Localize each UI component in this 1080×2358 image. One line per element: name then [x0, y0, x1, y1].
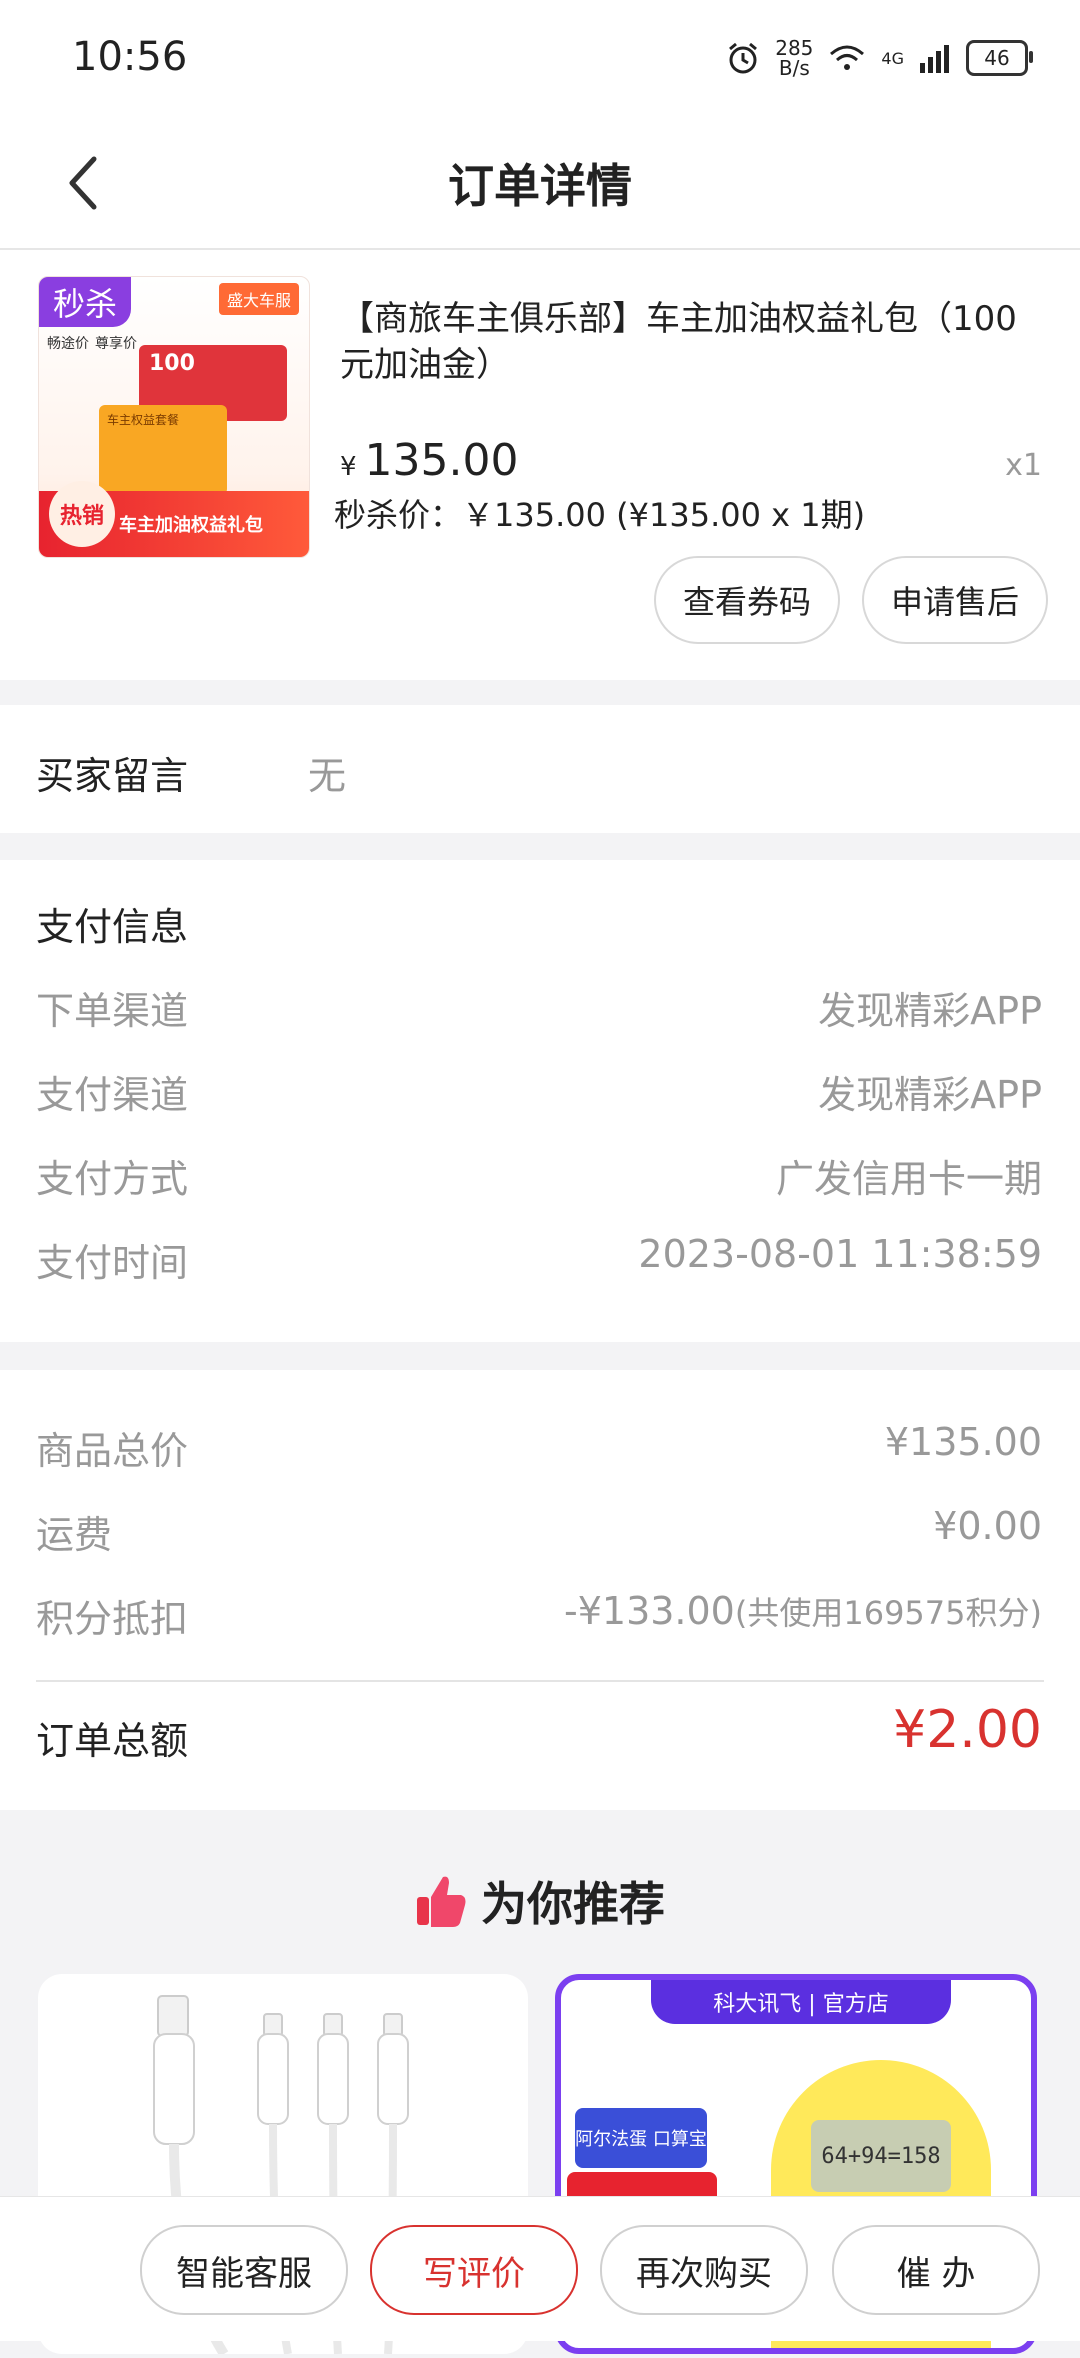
product-price: ¥135.00 — [340, 435, 519, 486]
page-title: 订单详情 — [448, 159, 632, 213]
payment-info-title: 支付信息 — [36, 905, 189, 949]
promo-tag: 阿尔法蛋 口算宝 — [575, 2108, 707, 2168]
signal-icon — [920, 45, 949, 73]
brand-tag: 盛大车服 — [218, 283, 299, 315]
points-deduction-note: (共使用169575积分) — [734, 1594, 1042, 1632]
points-deduction-value: -¥133.00(共使用169575积分) — [564, 1588, 1042, 1634]
customer-service-button[interactable]: 智能客服 — [140, 2225, 348, 2315]
thumbs-up-icon — [417, 1876, 466, 1927]
product-quantity: x1 — [1005, 448, 1042, 483]
currency-symbol: ¥ — [340, 452, 357, 482]
hot-badge: 热销 — [49, 481, 115, 547]
points-deduction-label: 积分抵扣 — [36, 1597, 189, 1641]
channel-label: 畅途价 — [47, 336, 89, 352]
write-review-button[interactable]: 写评价 — [370, 2225, 578, 2315]
buyer-message-section: 买家留言 无 — [0, 705, 1080, 833]
order-total-value: ¥2.00 — [893, 1700, 1042, 1760]
status-bar: 10:56 285 B/s 4G 46 — [0, 0, 1080, 118]
wifi-icon — [830, 45, 865, 70]
order-totals-section: 商品总价 ¥135.00 运费 ¥0.00 积分抵扣 -¥133.00(共使用1… — [0, 1370, 1080, 1810]
shop-banner: 科大讯飞 | 官方店 — [651, 1980, 951, 2024]
pay-time-value: 2023-08-01 11:38:59 — [638, 1232, 1042, 1276]
shipping-value: ¥0.00 — [933, 1504, 1042, 1548]
device-screen: 64+94=158 — [811, 2120, 951, 2192]
points-deduction-amount: -¥133.00 — [564, 1589, 735, 1633]
gift-card-amount: 100 — [149, 351, 195, 376]
pay-method-label: 支付方式 — [36, 1157, 189, 1201]
order-channel-label: 下单渠道 — [36, 989, 189, 1033]
header: 订单详情 — [0, 118, 1080, 250]
order-channel-value: 发现精彩APP — [818, 989, 1042, 1033]
alarm-icon — [729, 42, 758, 74]
order-total-label: 订单总额 — [36, 1719, 189, 1763]
battery-icon: 46 — [966, 40, 1033, 76]
pay-method-value: 广发信用卡一期 — [775, 1157, 1042, 1201]
seckill-tag: 秒杀 — [39, 277, 132, 327]
buy-again-button[interactable]: 再次购买 — [600, 2225, 808, 2315]
payment-info-section: 支付信息 下单渠道 发现精彩APP 支付渠道 发现精彩APP 支付方式 广发信用… — [0, 860, 1080, 1342]
seckill-price: 秒杀价：￥135.00 (¥135.00 x 1期) — [334, 496, 866, 534]
network-label: 4G — [881, 48, 904, 68]
back-button[interactable] — [52, 138, 112, 228]
bottom-action-bar: 智能客服 写评价 再次购买 催 办 — [0, 2196, 1080, 2341]
pay-channel-label: 支付渠道 — [36, 1073, 189, 1117]
gift-card-text: 车主权益套餐 — [107, 413, 180, 427]
pay-channel-value: 发现精彩APP — [818, 1073, 1042, 1117]
chevron-left-icon — [69, 156, 97, 210]
recommend-header: 为你推荐 — [0, 1866, 1080, 1936]
recommend-title: 为你推荐 — [481, 1877, 665, 1931]
buyer-message-label: 买家留言 — [36, 754, 189, 798]
net-speed: 285 B/s — [775, 36, 814, 80]
battery-level: 46 — [984, 46, 1010, 70]
divider — [36, 1680, 1044, 1682]
buyer-message-value: 无 — [308, 754, 347, 798]
channel-label: 尊享价 — [95, 336, 137, 352]
hot-banner-text: 车主加油权益礼包 — [119, 515, 263, 536]
product-image[interactable]: 秒杀 盛大车服 畅途价 尊享价 100 车主权益套餐 热销 车主加油权益礼包 — [38, 276, 310, 558]
goods-total-label: 商品总价 — [36, 1429, 189, 1473]
after-sale-button[interactable]: 申请售后 — [862, 556, 1048, 644]
status-time: 10:56 — [72, 34, 188, 80]
status-icons: 285 B/s 4G 46 — [725, 34, 1033, 82]
gift-card-image: 车主权益套餐 — [99, 405, 227, 495]
goods-total-value: ¥135.00 — [884, 1420, 1042, 1464]
pay-time-label: 支付时间 — [36, 1241, 189, 1285]
product-title[interactable]: 【商旅车主俱乐部】车主加油权益礼包（100元加油金） — [340, 296, 1040, 388]
urge-button[interactable]: 催 办 — [832, 2225, 1040, 2315]
view-code-button[interactable]: 查看券码 — [654, 556, 840, 644]
product-card: 秒杀 盛大车服 畅途价 尊享价 100 车主权益套餐 热销 车主加油权益礼包 【… — [0, 250, 1080, 680]
shipping-label: 运费 — [36, 1513, 113, 1557]
price-value: 135.00 — [364, 435, 519, 486]
